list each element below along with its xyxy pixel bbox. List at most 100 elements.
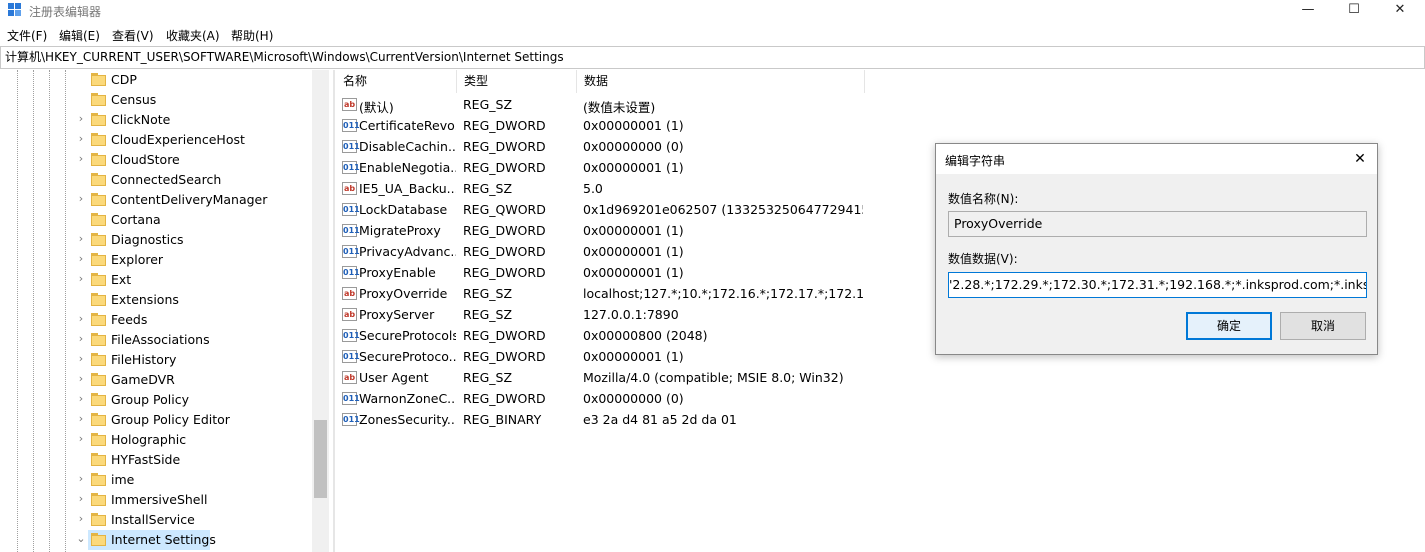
value-row[interactable]: 011 EnableNegotia... REG_DWORD 0x00000001 (… [336, 157, 896, 178]
tree-item-label: Internet Settings [111, 532, 216, 547]
value-row[interactable]: 011 PrivacyAdvanc... REG_DWORD 0x00000001 (… [336, 241, 896, 262]
tree-item[interactable]: › ClickNote [0, 110, 312, 130]
value-name: User Agent [359, 370, 429, 385]
regedit-icon [8, 3, 22, 17]
value-row[interactable]: ab (默认) REG_SZ (数值未设置) [336, 94, 896, 115]
chevron-right-icon[interactable]: › [76, 333, 86, 345]
value-name: ZonesSecurity... [359, 412, 456, 427]
close-button[interactable]: ✕ [1377, 0, 1423, 22]
ok-button[interactable]: 确定 [1186, 312, 1272, 340]
value-row[interactable]: 011 ZonesSecurity... REG_BINARY e3 2a d4 81… [336, 409, 896, 430]
value-row[interactable]: ab User Agent REG_SZ Mozilla/4.0 (compatibl… [336, 367, 896, 388]
tree-item[interactable]: Extensions [0, 290, 312, 310]
tree-item[interactable]: › Diagnostics [0, 230, 312, 250]
column-header-type[interactable]: 类型 [457, 70, 577, 93]
pane-splitter[interactable] [333, 70, 335, 552]
chevron-right-icon[interactable]: › [76, 353, 86, 365]
value-type: REG_DWORD [463, 223, 546, 238]
chevron-right-icon[interactable]: › [76, 433, 86, 445]
tree-item[interactable]: › Explorer [0, 250, 312, 270]
cancel-button[interactable]: 取消 [1280, 312, 1366, 340]
dialog-close-button[interactable]: ✕ [1343, 144, 1377, 174]
chevron-down-icon[interactable]: ⌄ [76, 533, 86, 545]
value-type: REG_SZ [463, 370, 513, 385]
tree-item[interactable]: HYFastSide [0, 450, 312, 470]
chevron-right-icon[interactable]: › [76, 313, 86, 325]
tree-item[interactable]: Census [0, 90, 312, 110]
chevron-right-icon[interactable]: › [76, 153, 86, 165]
folder-icon [91, 473, 106, 486]
chevron-right-icon[interactable]: › [76, 393, 86, 405]
chevron-right-icon[interactable]: › [76, 473, 86, 485]
value-row[interactable]: 011 CertificateRevo... REG_DWORD 0x00000001… [336, 115, 896, 136]
chevron-right-icon[interactable]: › [76, 193, 86, 205]
value-type: REG_DWORD [463, 139, 546, 154]
tree-item-label: FileHistory [111, 352, 177, 367]
value-row[interactable]: ab ProxyServer REG_SZ 127.0.0.1:7890 [336, 304, 896, 325]
value-data: 0x00000001 (1) [583, 265, 684, 280]
tree-item[interactable]: ConnectedSearch [0, 170, 312, 190]
value-row[interactable]: 011 ProxyEnable REG_DWORD 0x00000001 (1) [336, 262, 896, 283]
chevron-right-icon[interactable]: › [76, 233, 86, 245]
chevron-right-icon[interactable]: › [76, 413, 86, 425]
folder-icon [91, 333, 106, 346]
value-name: (默认) [359, 100, 394, 115]
value-name: DisableCachin... [359, 139, 456, 154]
tree-item[interactable]: › Ext [0, 270, 312, 290]
chevron-right-icon[interactable]: › [76, 493, 86, 505]
value-data-input[interactable]: '2.28.*;172.29.*;172.30.*;172.31.*;192.1… [948, 272, 1367, 298]
tree-item[interactable]: › Holographic [0, 430, 312, 450]
tree-item[interactable]: › Feeds [0, 310, 312, 330]
value-row[interactable]: ab ProxyOverride REG_SZ localhost;127.*;10.… [336, 283, 896, 304]
value-row[interactable]: 011 WarnonZoneC... REG_DWORD 0x00000000 (0) [336, 388, 896, 409]
folder-icon [91, 193, 106, 206]
menu-help[interactable]: 帮助(H) [231, 27, 273, 44]
chevron-right-icon[interactable]: › [76, 273, 86, 285]
tree-item[interactable]: › ime [0, 470, 312, 490]
tree-item[interactable]: Cortana [0, 210, 312, 230]
menu-favorites[interactable]: 收藏夹(A) [166, 27, 220, 44]
tree-item[interactable]: › Group Policy [0, 390, 312, 410]
tree-item[interactable]: ⌄ Internet Settings [0, 530, 312, 550]
value-data: 0x1d969201e062507 (133253250647729415) [583, 202, 863, 217]
value-row[interactable]: 011 DisableCachin... REG_DWORD 0x00000000 (… [336, 136, 896, 157]
menu-view[interactable]: 查看(V) [112, 27, 154, 44]
tree-item-label: Feeds [111, 312, 148, 327]
value-row[interactable]: 011 MigrateProxy REG_DWORD 0x00000001 (1) [336, 220, 896, 241]
address-bar[interactable]: 计算机\HKEY_CURRENT_USER\SOFTWARE\Microsoft… [0, 46, 1425, 69]
menu-edit[interactable]: 编辑(E) [59, 27, 100, 44]
value-name: IE5_UA_Backu... [359, 181, 456, 196]
tree-item[interactable]: › InstallService [0, 510, 312, 530]
tree-item[interactable]: › ImmersiveShell [0, 490, 312, 510]
tree-item[interactable]: › CloudExperienceHost [0, 130, 312, 150]
value-row[interactable]: ab IE5_UA_Backu... REG_SZ 5.0 [336, 178, 896, 199]
chevron-right-icon[interactable]: › [76, 113, 86, 125]
minimize-button[interactable]: — [1285, 0, 1331, 22]
value-row[interactable]: 011 LockDatabase REG_QWORD 0x1d969201e06250… [336, 199, 896, 220]
tree-item[interactable]: › Group Policy Editor [0, 410, 312, 430]
value-data: 0x00000800 (2048) [583, 328, 708, 343]
tree-item[interactable]: › ContentDeliveryManager [0, 190, 312, 210]
value-name: MigrateProxy [359, 223, 441, 238]
tree-item[interactable]: › CloudStore [0, 150, 312, 170]
value-row[interactable]: 011 SecureProtoco... REG_DWORD 0x00000001 (… [336, 346, 896, 367]
folder-icon [91, 373, 106, 386]
maximize-button[interactable]: ☐ [1331, 0, 1377, 22]
column-header-data[interactable]: 数据 [577, 70, 865, 93]
tree-item[interactable]: CDP [0, 70, 312, 90]
chevron-right-icon[interactable]: › [76, 373, 86, 385]
tree-item[interactable]: › GameDVR [0, 370, 312, 390]
chevron-right-icon[interactable]: › [76, 253, 86, 265]
menu-bar: 文件(F) 编辑(E) 查看(V) 收藏夹(A) 帮助(H) [0, 25, 1425, 45]
tree-item[interactable]: › FileHistory [0, 350, 312, 370]
folder-icon [91, 513, 106, 526]
menu-file[interactable]: 文件(F) [7, 27, 47, 44]
tree-scrollbar[interactable] [312, 70, 329, 552]
binary-value-icon: 011 [342, 161, 360, 174]
tree-item[interactable]: › FileAssociations [0, 330, 312, 350]
chevron-right-icon[interactable]: › [76, 513, 86, 525]
value-row[interactable]: 011 SecureProtocols REG_DWORD 0x00000800 (2… [336, 325, 896, 346]
tree-scrollbar-thumb[interactable] [314, 420, 327, 498]
column-header-name[interactable]: 名称 [336, 70, 457, 93]
chevron-right-icon[interactable]: › [76, 133, 86, 145]
